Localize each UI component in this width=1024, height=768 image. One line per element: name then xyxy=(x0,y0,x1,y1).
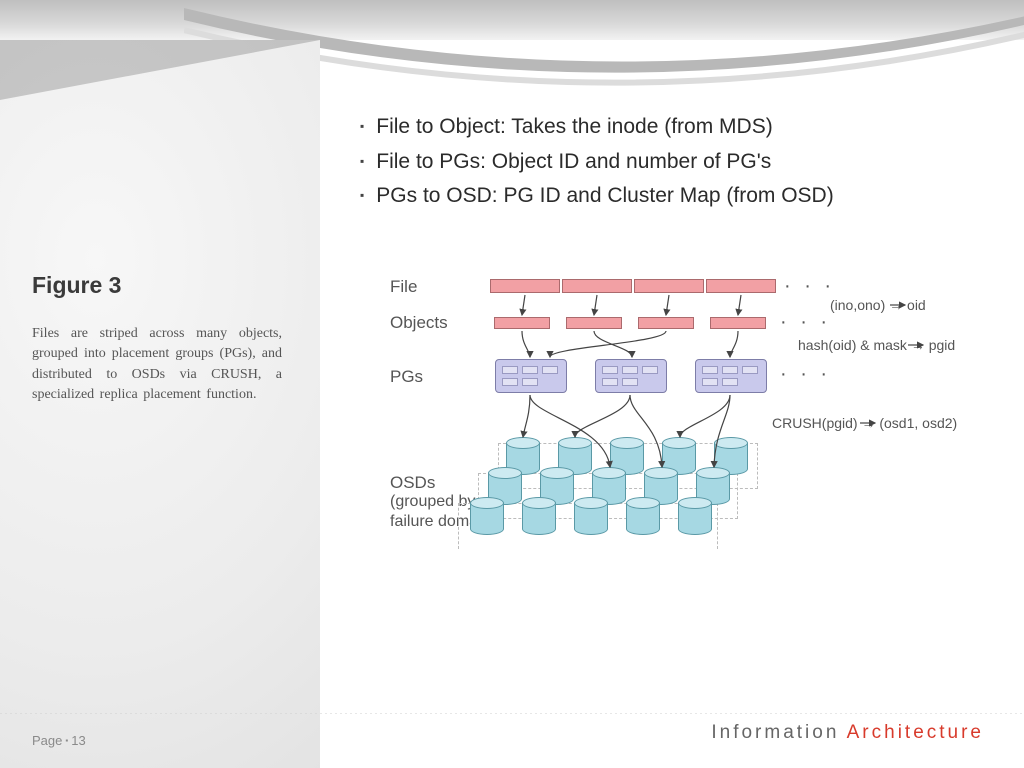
file-segment xyxy=(634,279,704,293)
ellipsis: · · · xyxy=(780,363,831,386)
figure-label: Figure 3 xyxy=(32,272,121,299)
bullet-item: PGs to OSD: PG ID and Cluster Map (from … xyxy=(360,179,990,214)
architecture-diagram: File Objects PGs OSDs (grouped by failur… xyxy=(380,265,970,555)
osd-cylinder xyxy=(470,497,504,533)
main-content: File to Object: Takes the inode (from MD… xyxy=(360,110,990,214)
footer-word-2: Architecture xyxy=(847,722,984,743)
object-segment xyxy=(710,317,766,329)
diagram-formula-oid: (ino,ono) → oid xyxy=(830,297,926,313)
footer-title: Information Architecture xyxy=(711,722,984,744)
diagram-label-osds-1: OSDs xyxy=(390,473,435,493)
top-gradient-bar xyxy=(0,0,1024,40)
diagram-formula-pgid: hash(oid) & mask → pgid xyxy=(798,337,955,353)
pg-box xyxy=(495,359,567,393)
diagram-label-pgs: PGs xyxy=(390,367,423,387)
footer-dash-line xyxy=(0,713,1024,714)
diagram-formula-crush: CRUSH(pgid) → (osd1, osd2) xyxy=(772,415,957,431)
footer-word-1: Information xyxy=(711,722,839,743)
file-segment xyxy=(490,279,560,293)
object-segment xyxy=(494,317,550,329)
page-num: 13 xyxy=(71,733,85,748)
diagram-label-objects: Objects xyxy=(390,313,448,333)
bullet-item: File to PGs: Object ID and number of PG'… xyxy=(360,145,990,180)
object-segment xyxy=(566,317,622,329)
file-segment xyxy=(706,279,776,293)
page-number: Page▪13 xyxy=(32,733,86,748)
file-segment xyxy=(562,279,632,293)
ellipsis: · · · xyxy=(784,275,835,298)
object-segment xyxy=(638,317,694,329)
pg-box xyxy=(595,359,667,393)
figure-caption: Files are striped across many objects, g… xyxy=(32,324,282,405)
diagram-label-file: File xyxy=(390,277,417,297)
osd-cylinder xyxy=(626,497,660,533)
osd-cylinder xyxy=(574,497,608,533)
bullet-item: File to Object: Takes the inode (from MD… xyxy=(360,110,990,145)
page-label: Page xyxy=(32,733,62,748)
pg-box xyxy=(695,359,767,393)
osd-cylinder xyxy=(522,497,556,533)
bullet-list: File to Object: Takes the inode (from MD… xyxy=(360,110,990,214)
ellipsis: · · · xyxy=(780,311,831,334)
osd-cylinder xyxy=(678,497,712,533)
sidebar-corner-shadow xyxy=(0,40,320,100)
